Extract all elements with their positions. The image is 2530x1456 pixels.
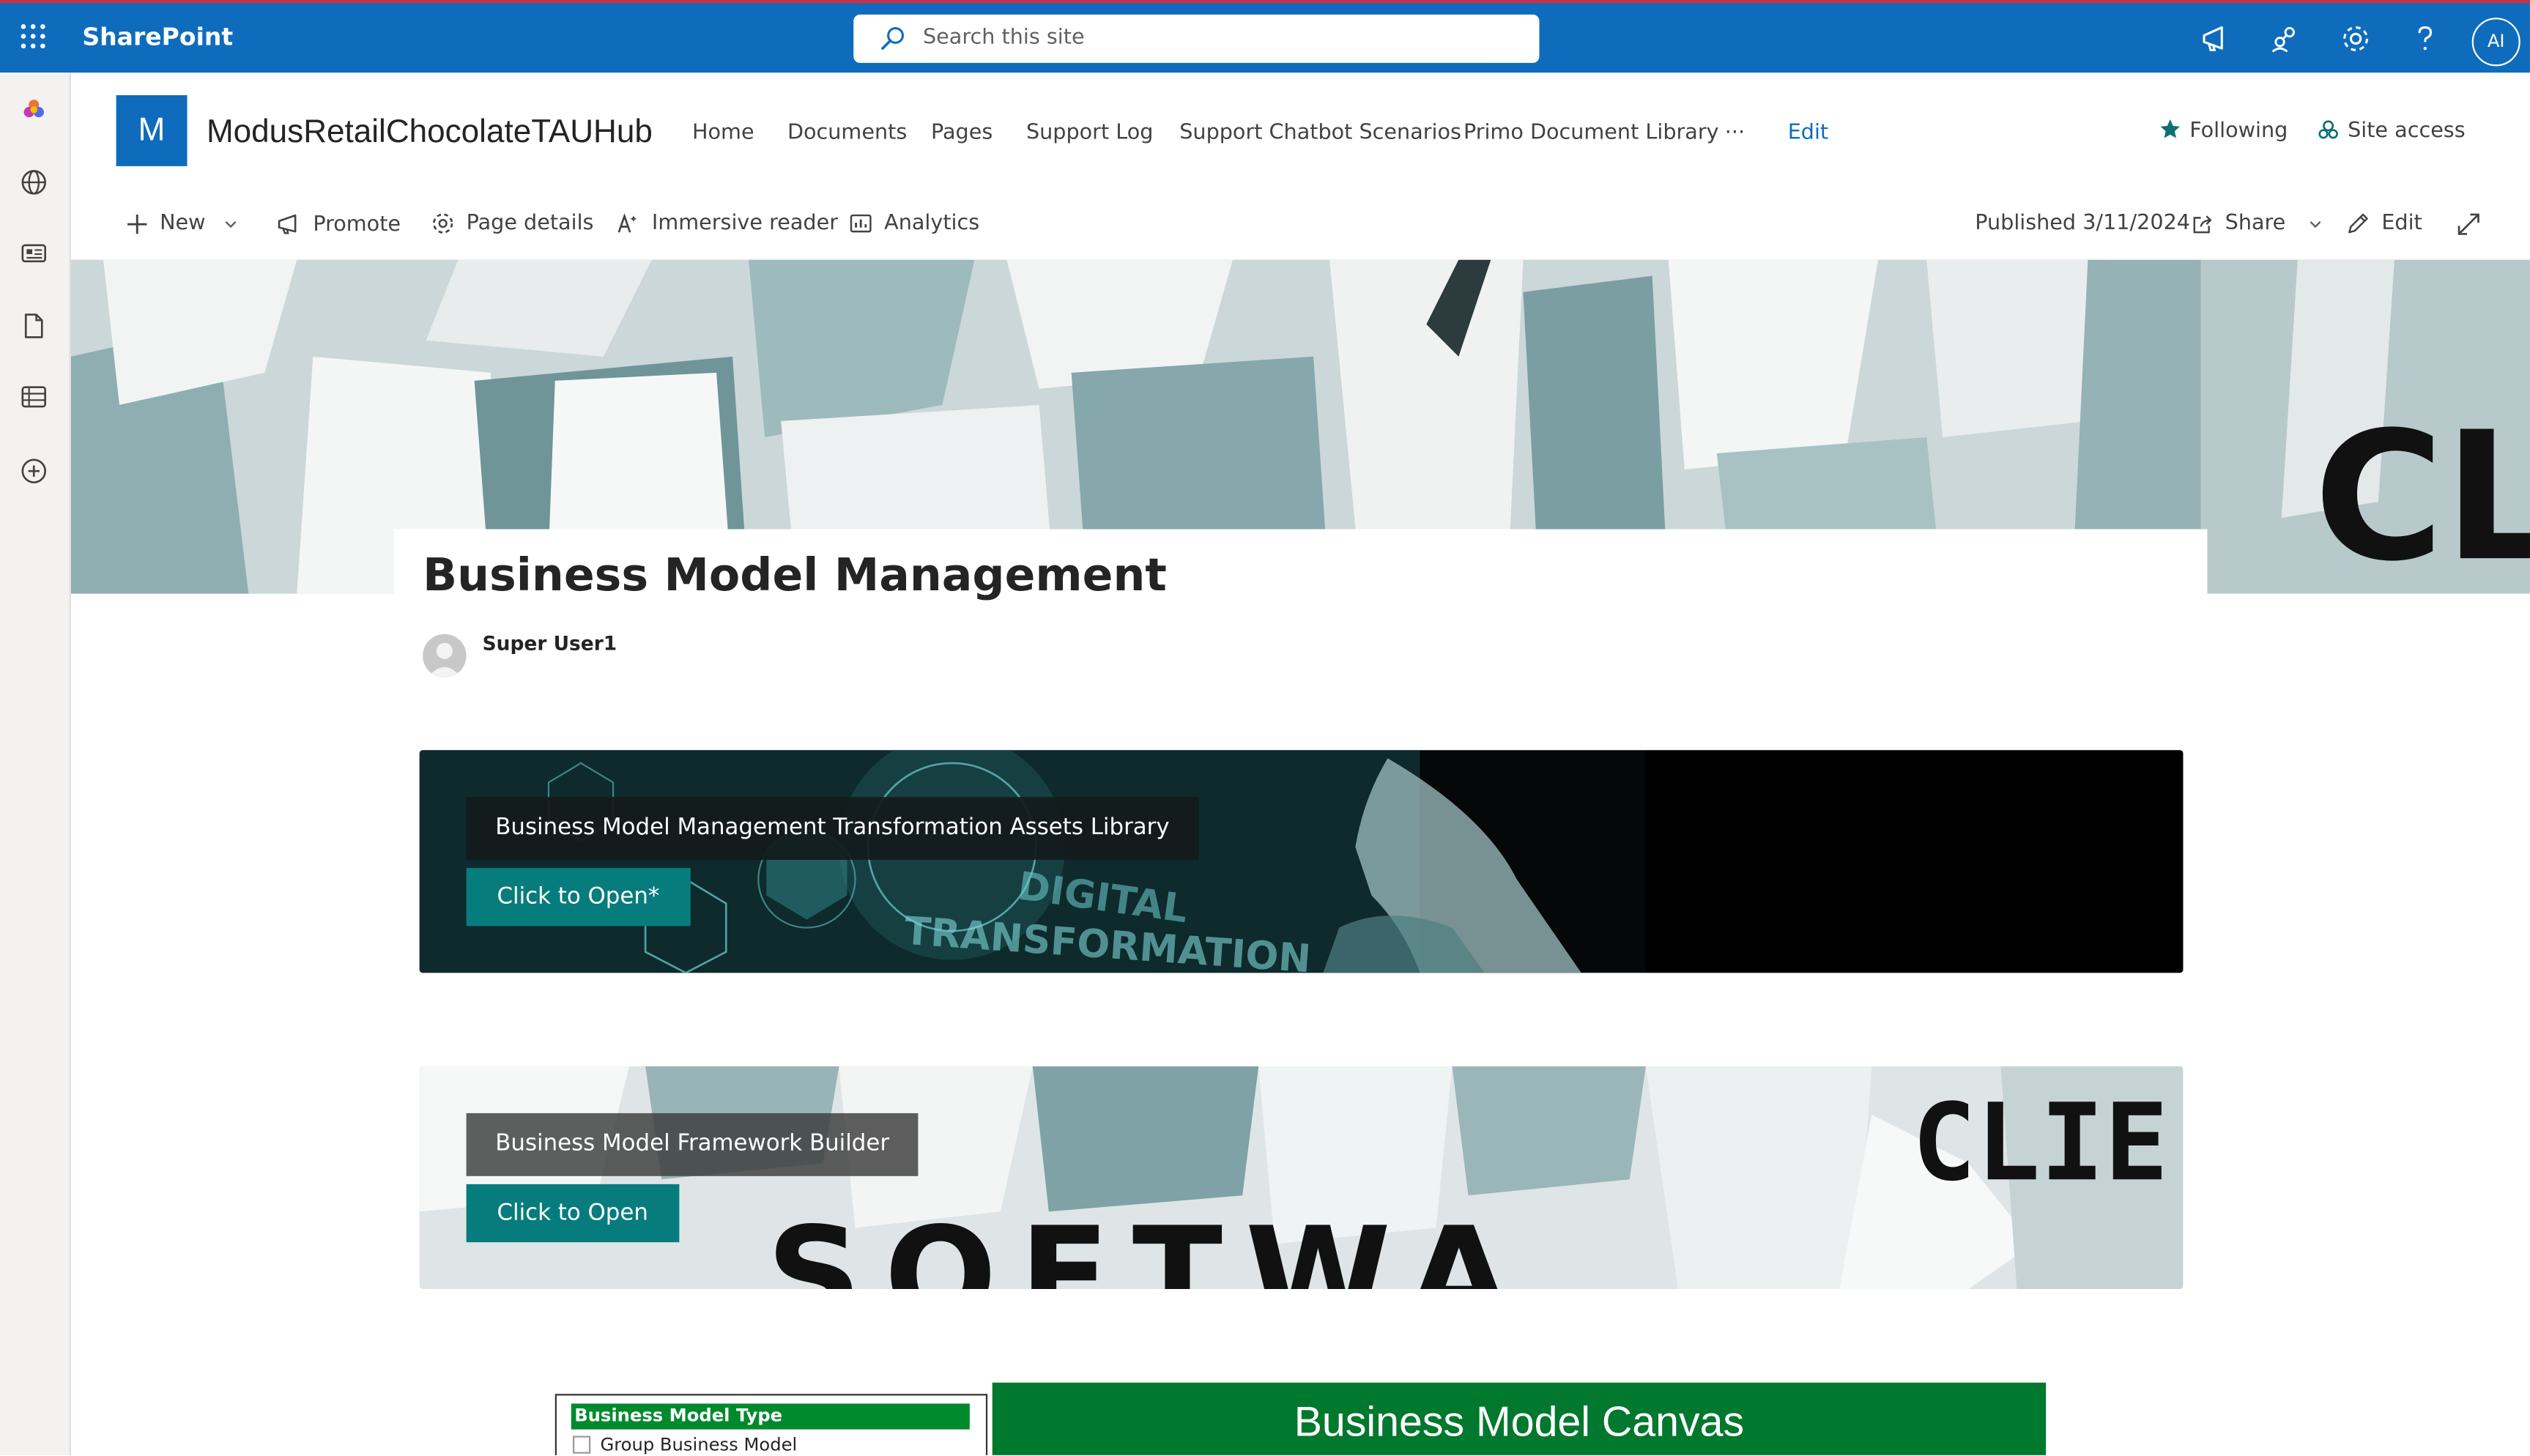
- app-launcher-icon[interactable]: [21, 24, 47, 50]
- open-assets-library-button[interactable]: Click to Open*: [466, 868, 691, 926]
- help-icon[interactable]: [2408, 21, 2443, 56]
- new-button[interactable]: New: [126, 212, 240, 236]
- gear-icon[interactable]: [2338, 21, 2373, 56]
- search-icon: [881, 27, 905, 50]
- site-access-button[interactable]: Site access: [2317, 118, 2466, 144]
- sharepoint-home-icon[interactable]: [18, 94, 50, 126]
- edit-page-button[interactable]: Edit: [2346, 212, 2422, 236]
- page-details-label: Page details: [466, 211, 594, 236]
- file-icon[interactable]: [18, 310, 50, 342]
- nav-support-chatbot-scenarios[interactable]: Support Chatbot Scenarios: [1179, 121, 1461, 145]
- page-details-button[interactable]: Page details: [431, 212, 593, 236]
- chevron-down-icon: [2309, 220, 2321, 228]
- checkbox[interactable]: [572, 1435, 591, 1454]
- promote-label: Promote: [313, 212, 401, 237]
- group-business-model-option[interactable]: Group Business Model: [572, 1434, 798, 1455]
- megaphone-icon[interactable]: [2197, 21, 2233, 56]
- chevron-down-icon: [226, 220, 237, 228]
- plus-icon: [127, 213, 147, 234]
- framework-builder-banner[interactable]: CLIE SOFTWA Business Model Framework Bui…: [419, 1066, 2184, 1290]
- edit-page-label: Edit: [2381, 211, 2422, 236]
- analytics-button[interactable]: Analytics: [849, 211, 980, 236]
- gear-icon: [433, 213, 453, 234]
- site-title[interactable]: ModusRetailChocolateTAUHub: [207, 114, 653, 152]
- create-icon[interactable]: [18, 455, 50, 487]
- site-logo[interactable]: M: [116, 94, 188, 166]
- new-label: New: [160, 211, 206, 236]
- share-button[interactable]: Share: [2191, 212, 2323, 236]
- published-date: Published 3/11/2024: [1975, 212, 2190, 236]
- star-icon: [2160, 119, 2180, 138]
- pencil-icon: [2348, 213, 2368, 234]
- account-avatar[interactable]: AI: [2471, 18, 2520, 67]
- nav-edit-link[interactable]: Edit: [1788, 121, 1828, 145]
- nav-support-log[interactable]: Support Log: [1026, 121, 1153, 145]
- immersive-reader-button[interactable]: Immersive reader: [616, 212, 838, 236]
- share-label: Share: [2225, 211, 2286, 236]
- analytics-icon: [850, 214, 872, 233]
- globe-icon[interactable]: [18, 166, 50, 198]
- published-label: Published 3/11/2024: [1975, 211, 2191, 236]
- nav-home[interactable]: Home: [692, 121, 754, 145]
- business-model-type-header: Business Model Type: [571, 1403, 970, 1430]
- nav-more-button[interactable]: ···: [1725, 121, 1745, 145]
- following-label: Following: [2189, 119, 2288, 144]
- app-brand[interactable]: SharePoint: [82, 23, 233, 52]
- nav-pages[interactable]: Pages: [931, 121, 993, 145]
- list-icon[interactable]: [18, 381, 50, 413]
- banner-label: Business Model Management Transformation…: [466, 797, 1199, 861]
- megaphone-icon: [278, 214, 297, 234]
- left-app-rail: [0, 73, 71, 1455]
- author-avatar[interactable]: [423, 634, 467, 678]
- nav-documents[interactable]: Documents: [787, 121, 907, 145]
- business-model-type-filter: Business Model Type Group Business Model: [554, 1394, 988, 1455]
- immersive-reader-label: Immersive reader: [651, 211, 839, 236]
- expand-button[interactable]: [2456, 212, 2482, 237]
- search-placeholder: Search this site: [923, 26, 1085, 51]
- share-icon: [2193, 215, 2212, 233]
- group-business-model-label: Group Business Model: [600, 1434, 798, 1455]
- site-access-label: Site access: [2348, 119, 2466, 144]
- open-framework-builder-button[interactable]: Click to Open: [466, 1184, 679, 1243]
- page-title: Business Model Management: [423, 548, 1167, 602]
- banner-image-text-software: SOFTWA: [766, 1198, 1532, 1289]
- site-access-icon: [2318, 120, 2338, 139]
- news-icon[interactable]: [18, 237, 50, 270]
- author-name[interactable]: Super User1: [483, 632, 617, 655]
- banner-image-text-clie: CLIE: [1912, 1081, 2168, 1205]
- transformation-assets-banner[interactable]: DIGITAL TRANSFORMATION Business Model Ma…: [419, 750, 2184, 973]
- banner-label: Business Model Framework Builder: [466, 1113, 919, 1176]
- immersive-reader-icon: [617, 213, 637, 233]
- hero-image-text: CL: [2314, 394, 2530, 593]
- suite-bar: SharePoint Search this site AI: [0, 0, 2530, 73]
- share-people-icon[interactable]: [2267, 21, 2302, 56]
- nav-primo-document-library[interactable]: Primo Document Library: [1464, 121, 1719, 145]
- analytics-label: Analytics: [884, 211, 980, 236]
- following-button[interactable]: Following: [2159, 118, 2288, 144]
- business-model-canvas-header: Business Model Canvas: [992, 1382, 2047, 1455]
- expand-icon: [2457, 213, 2479, 235]
- search-input[interactable]: Search this site: [853, 14, 1540, 63]
- promote-button[interactable]: Promote: [276, 212, 401, 237]
